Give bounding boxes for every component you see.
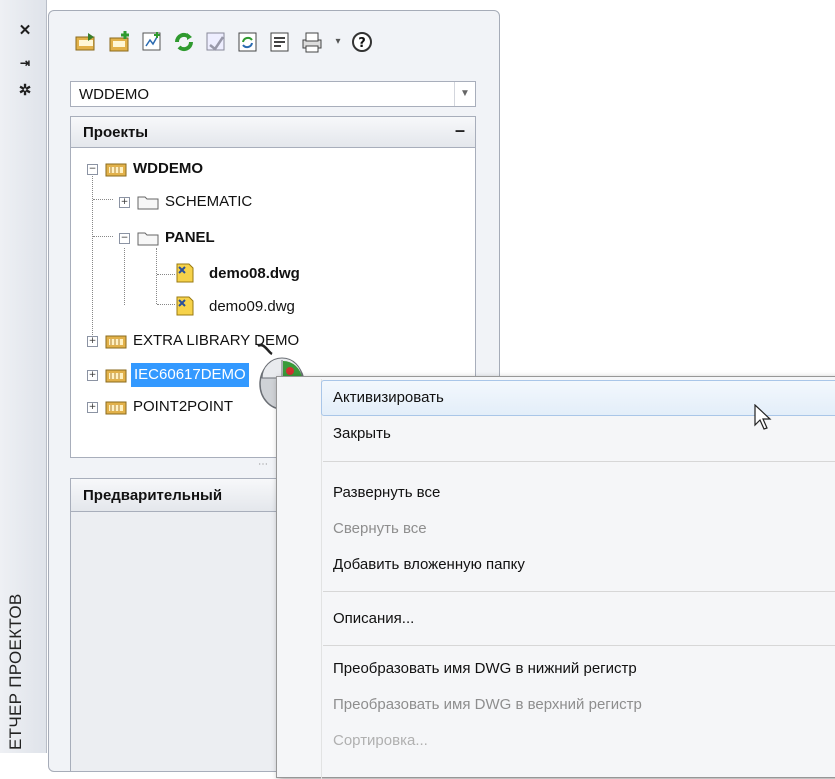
tree-node-label: demo09.dwg xyxy=(209,298,295,315)
menu-separator xyxy=(323,591,835,592)
tree-node-label: SCHEMATIC xyxy=(165,193,253,210)
folder-icon xyxy=(137,232,159,246)
drawing-properties-icon[interactable] xyxy=(268,30,292,54)
project-icon xyxy=(105,369,127,383)
project-tasks-icon[interactable] xyxy=(204,30,228,54)
project-combobox[interactable]: WDDEMO ▼ xyxy=(70,81,476,107)
new-project-icon[interactable] xyxy=(108,30,132,54)
project-icon xyxy=(105,335,127,349)
menu-item-collapse-all: Свернуть все xyxy=(333,520,427,537)
menu-item-add-subfolder[interactable]: Добавить вложенную папку xyxy=(323,548,525,582)
tree-node-extra-library-demo[interactable]: + EXTRA LIBRARY DEMO xyxy=(71,328,371,354)
project-combobox-value: WDDEMO xyxy=(79,86,149,103)
close-icon[interactable]: ✕ xyxy=(14,20,36,42)
tree-node-label: POINT2POINT xyxy=(133,398,234,415)
context-menu: Активизировать Закрыть Развернуть все Св… xyxy=(276,376,835,779)
menu-gutter xyxy=(321,379,322,779)
refresh-icon[interactable] xyxy=(172,30,196,54)
preview-section-title: Предварительный xyxy=(83,487,223,504)
menu-item-activate[interactable]: Активизировать xyxy=(323,381,444,415)
menu-separator xyxy=(323,645,835,646)
expand-node-icon[interactable]: + xyxy=(87,370,98,381)
menu-item-dwg-lowercase[interactable]: Преобразовать имя DWG в нижний регистр xyxy=(323,652,637,686)
menu-item-dwg-uppercase: Преобразовать имя DWG в верхний регистр xyxy=(333,696,642,713)
projects-section-header[interactable]: Проекты – xyxy=(70,116,476,148)
collapse-node-icon[interactable]: − xyxy=(119,233,130,244)
menu-item-close[interactable]: Закрыть xyxy=(323,417,391,451)
expand-node-icon[interactable]: + xyxy=(119,197,130,208)
tree-node-label-selected: IEC60617DEMO xyxy=(131,363,249,387)
autohide-icon[interactable]: ⇥ xyxy=(14,52,36,74)
collapse-node-icon[interactable]: − xyxy=(87,164,98,175)
tree-node-demo08[interactable]: demo08.dwg xyxy=(71,261,371,287)
menu-separator xyxy=(323,461,835,462)
collapse-icon[interactable]: – xyxy=(455,120,465,141)
folder-icon xyxy=(137,196,159,210)
menu-item-descriptions[interactable]: Описания... xyxy=(323,602,414,636)
svg-text:?: ? xyxy=(358,36,366,51)
expand-node-icon[interactable]: + xyxy=(87,402,98,413)
tree-node-label: demo08.dwg xyxy=(209,265,300,282)
tree-node-panel[interactable]: − PANEL xyxy=(71,225,371,251)
toolbar: ▾ ? xyxy=(74,30,454,60)
dropdown-icon[interactable]: ▾ xyxy=(331,30,345,54)
drawing-file-icon xyxy=(176,263,194,283)
plot-icon[interactable] xyxy=(300,30,324,54)
chevron-down-icon[interactable]: ▼ xyxy=(454,82,475,106)
expand-node-icon[interactable]: + xyxy=(87,336,98,347)
project-icon xyxy=(105,401,127,415)
projects-section-title: Проекты xyxy=(83,124,149,141)
properties-icon[interactable]: ✲ xyxy=(14,80,36,102)
project-properties-icon[interactable] xyxy=(236,30,260,54)
open-project-icon[interactable] xyxy=(74,30,98,54)
palette-title-strip: ✕ ⇥ ✲ ЕТЧЕР ПРОЕКТОВ xyxy=(0,0,47,753)
drawing-file-icon xyxy=(176,296,194,316)
palette-title: ЕТЧЕР ПРОЕКТОВ xyxy=(6,593,25,751)
help-icon[interactable]: ? xyxy=(350,30,374,54)
tree-node-schematic[interactable]: + SCHEMATIC xyxy=(71,189,371,215)
new-drawing-icon[interactable] xyxy=(140,30,164,54)
tree-node-wddemo[interactable]: − WDDEMO xyxy=(71,156,371,182)
tree-node-label: PANEL xyxy=(165,229,215,246)
menu-item-expand-all[interactable]: Развернуть все xyxy=(323,476,440,510)
tree-node-demo09[interactable]: demo09.dwg xyxy=(71,294,371,320)
project-icon xyxy=(105,163,127,177)
mouse-pointer-icon xyxy=(754,404,772,430)
tree-node-label: WDDEMO xyxy=(133,160,203,177)
